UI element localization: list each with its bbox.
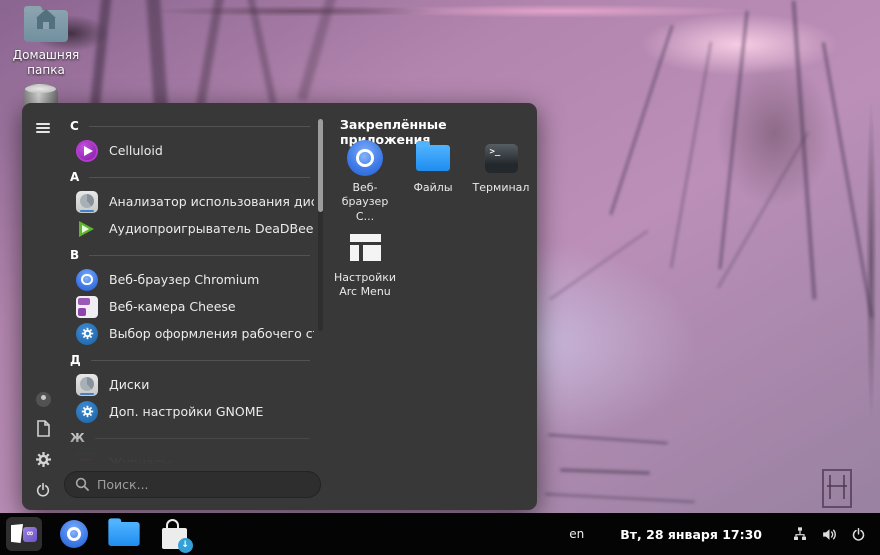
- app-label: Веб-камера Cheese: [109, 299, 236, 314]
- pinned-app-arcmenu-settings[interactable]: Настройки Arc Menu: [333, 226, 397, 300]
- chromium-icon: [60, 520, 88, 548]
- app-row-desktop-theme[interactable]: Выбор оформления рабочего стола: [62, 320, 314, 347]
- app-label: Веб-браузер Chromium: [109, 272, 259, 287]
- logs-icon: [76, 452, 98, 466]
- menu-sidebar: [30, 103, 56, 510]
- documents-icon[interactable]: [30, 415, 56, 441]
- section-divider: [91, 360, 310, 361]
- app-label: Анализатор использования дисков: [109, 194, 314, 209]
- app-label: Доп. настройки GNOME: [109, 404, 263, 419]
- settings-gear-icon[interactable]: [30, 446, 56, 472]
- pinned-scrollbar-thumb[interactable]: [318, 119, 323, 212]
- network-icon[interactable]: [792, 526, 808, 542]
- section-letter: В: [70, 248, 79, 262]
- app-label: Celluloid: [109, 143, 163, 158]
- house-glyph: [37, 18, 55, 29]
- files-folder-icon: [108, 522, 139, 546]
- home-folder-label: Домашняя папка: [4, 48, 88, 78]
- app-row-gnome-tweaks[interactable]: Доп. настройки GNOME: [62, 398, 314, 425]
- desktop-theme-icon: [76, 323, 98, 345]
- desktop-screen: Домашняя папка C Celluloid А: [0, 0, 880, 555]
- chromium-icon: [76, 269, 98, 291]
- terminal-icon: [485, 144, 518, 173]
- software-bag-icon: [162, 528, 187, 549]
- taskbar-chromium-button[interactable]: [56, 517, 92, 551]
- app-label: Выбор оформления рабочего стола: [109, 326, 314, 341]
- section-letter: Ж: [70, 431, 85, 445]
- app-row-disk-usage-analyzer[interactable]: Анализатор использования дисков: [62, 188, 314, 215]
- section-divider: [89, 177, 310, 178]
- app-row-logs[interactable]: Журналы: [62, 449, 314, 465]
- pinned-app-files[interactable]: Файлы: [401, 136, 465, 195]
- app-list: C Celluloid А Анализатор использования д…: [62, 113, 314, 465]
- pinned-app-label: Веб-браузер C...: [333, 181, 397, 224]
- arc-menu-button[interactable]: [6, 517, 42, 551]
- pinned-app-terminal[interactable]: Терминал: [469, 136, 533, 195]
- celluloid-icon: [76, 140, 98, 162]
- section-divider: [95, 438, 310, 439]
- volume-icon[interactable]: [821, 526, 838, 543]
- app-row-celluloid[interactable]: Celluloid: [62, 137, 314, 164]
- avatar-icon[interactable]: [30, 386, 56, 412]
- disks-icon: [76, 374, 98, 396]
- deadbeef-icon: [76, 218, 98, 240]
- app-label: Журналы: [109, 455, 172, 465]
- taskbar-software-button[interactable]: [156, 517, 192, 551]
- cheese-icon: [76, 296, 98, 318]
- pinned-app-label: Настройки Arc Menu: [333, 271, 397, 300]
- artist-seal: [822, 469, 852, 508]
- power-icon[interactable]: [30, 477, 56, 503]
- pinned-app-chromium[interactable]: Веб-браузер C...: [333, 136, 397, 224]
- clock[interactable]: Вт, 28 января 17:30: [620, 527, 762, 542]
- home-folder-desktop-icon[interactable]: Домашняя папка: [4, 10, 88, 78]
- app-row-deadbeef[interactable]: Аудиопроигрыватель DeaDBeeF: [62, 215, 314, 242]
- search-input[interactable]: [64, 471, 321, 498]
- disk-usage-analyzer-icon: [76, 191, 98, 213]
- arc-menu-panel: C Celluloid А Анализатор использования д…: [22, 103, 537, 510]
- chromium-icon: [347, 140, 383, 176]
- section-letter: C: [70, 119, 79, 133]
- files-folder-icon: [416, 145, 450, 171]
- home-folder-icon: [24, 10, 68, 42]
- power-icon[interactable]: [851, 527, 866, 542]
- gnome-tweaks-icon: [76, 401, 98, 423]
- taskbar-status-area: en Вт, 28 января 17:30: [569, 526, 880, 543]
- taskbar-apps: [0, 517, 192, 551]
- hamburger-icon[interactable]: [30, 115, 56, 141]
- pinned-app-label: Терминал: [469, 181, 533, 195]
- section-letter: А: [70, 170, 79, 184]
- taskbar-files-button[interactable]: [106, 517, 142, 551]
- pinned-app-label: Файлы: [401, 181, 465, 195]
- pinned-apps-grid: Веб-браузер C... Файлы Терминал Настройк…: [333, 136, 537, 299]
- app-row-disks[interactable]: Диски: [62, 371, 314, 398]
- system-tray: [792, 526, 866, 543]
- arcmenu-settings-icon: [349, 233, 382, 262]
- section-divider: [89, 126, 310, 127]
- section-divider: [89, 255, 310, 256]
- taskbar: en Вт, 28 января 17:30: [0, 513, 880, 555]
- section-letter: Д: [70, 353, 81, 367]
- app-label: Диски: [109, 377, 149, 392]
- distro-logo-icon: [11, 522, 37, 546]
- search-icon: [75, 477, 89, 491]
- app-row-cheese[interactable]: Веб-камера Cheese: [62, 293, 314, 320]
- updates-badge: [178, 538, 193, 553]
- keyboard-layout-indicator[interactable]: en: [569, 527, 584, 541]
- app-row-chromium[interactable]: Веб-браузер Chromium: [62, 266, 314, 293]
- search-bar: [64, 471, 321, 498]
- app-label: Аудиопроигрыватель DeaDBeeF: [109, 221, 314, 236]
